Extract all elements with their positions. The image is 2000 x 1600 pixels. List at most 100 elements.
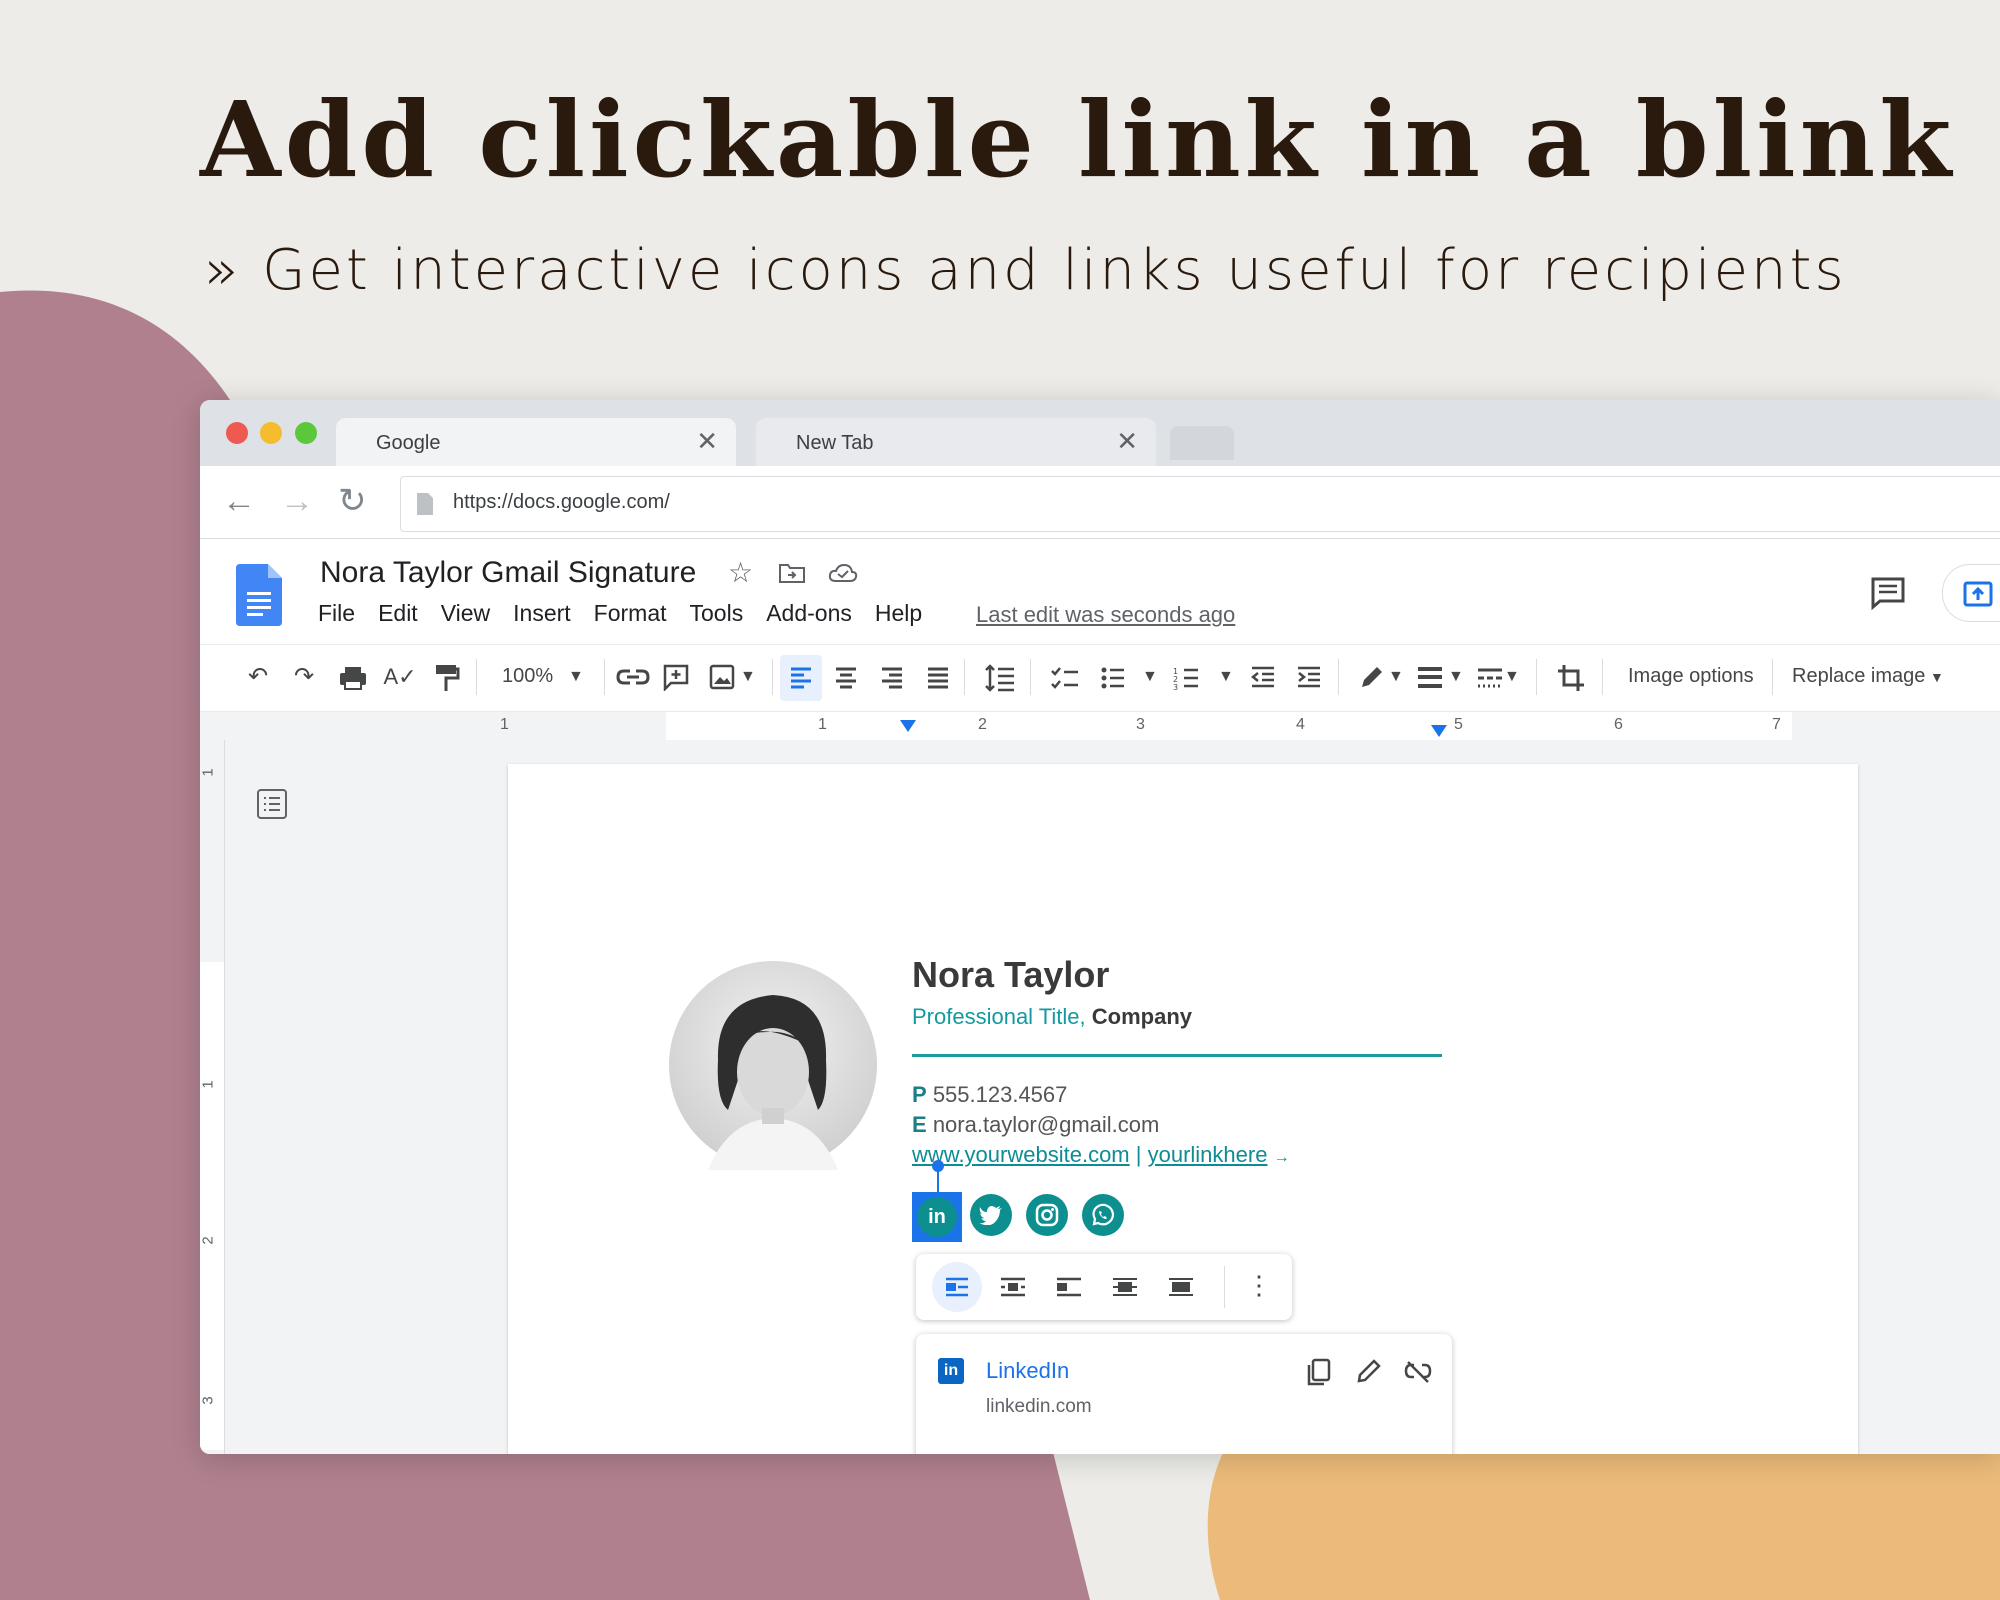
- wrap-text-icon[interactable]: [1000, 1277, 1026, 1297]
- ruler-number: 6: [1614, 716, 1623, 733]
- tab-new-tab[interactable]: New Tab ✕: [756, 418, 1156, 466]
- whatsapp-icon[interactable]: [1082, 1194, 1124, 1236]
- crop-icon[interactable]: [1556, 663, 1586, 693]
- replace-image-button[interactable]: Replace image: [1792, 665, 1925, 688]
- linkedin-selection-box[interactable]: in: [912, 1192, 962, 1242]
- share-button[interactable]: [1942, 564, 2000, 622]
- new-tab-button[interactable]: [1170, 426, 1234, 460]
- justify-icon[interactable]: [926, 666, 950, 690]
- right-indent-marker-icon[interactable]: [1430, 724, 1448, 738]
- twitter-icon[interactable]: [970, 1194, 1012, 1236]
- arrow-icon: →: [1273, 1149, 1290, 1166]
- chevron-down-icon[interactable]: ▼: [1218, 661, 1234, 693]
- pen-icon[interactable]: [1358, 663, 1384, 691]
- website-link[interactable]: www.yourwebsite.com: [912, 1142, 1130, 1167]
- close-window-button[interactable]: [226, 422, 248, 444]
- increase-indent-icon[interactable]: [1296, 665, 1322, 691]
- menu-file[interactable]: File: [318, 600, 355, 627]
- present-icon: [1963, 581, 1993, 607]
- navigation-bar: ← → ↻ https://docs.google.com/: [200, 466, 2000, 539]
- tab-label: New Tab: [796, 432, 874, 454]
- linkedin-icon[interactable]: in: [917, 1197, 957, 1237]
- in-front-of-text-icon[interactable]: [1168, 1277, 1194, 1297]
- bulleted-list-icon[interactable]: [1100, 665, 1126, 691]
- remove-link-icon[interactable]: [1404, 1360, 1432, 1384]
- vruler-number: 3: [200, 1396, 217, 1405]
- insert-image-icon[interactable]: [708, 663, 736, 691]
- copy-link-icon[interactable]: [1306, 1358, 1332, 1386]
- document-title[interactable]: Nora Taylor Gmail Signature: [320, 556, 696, 590]
- profile-photo[interactable]: [668, 960, 878, 1170]
- tab-close-icon[interactable]: ✕: [696, 428, 718, 454]
- insert-link-icon[interactable]: [616, 667, 650, 687]
- toolbar-separator: [1030, 659, 1031, 695]
- back-arrow-icon[interactable]: ←: [222, 484, 256, 518]
- horizontal-ruler[interactable]: 1 1 2 3 4 5 6 7: [200, 712, 2000, 740]
- spellcheck-icon[interactable]: A✓: [383, 661, 416, 693]
- chevron-down-icon[interactable]: ▼: [740, 661, 756, 693]
- document-outline-icon[interactable]: [256, 788, 288, 820]
- redo-icon[interactable]: ↷: [288, 661, 320, 693]
- menu-help[interactable]: Help: [875, 600, 922, 627]
- signature-company: Company: [1091, 1004, 1193, 1029]
- signature-title: Professional Title,: [912, 1004, 1086, 1029]
- paint-format-icon[interactable]: [434, 663, 460, 693]
- align-left-button[interactable]: [780, 655, 822, 701]
- zoom-select[interactable]: 100%: [502, 665, 553, 688]
- comments-icon[interactable]: [1870, 576, 1906, 610]
- image-options-button[interactable]: Image options: [1628, 665, 1754, 688]
- instagram-icon[interactable]: [1026, 1194, 1068, 1236]
- chevron-down-icon[interactable]: ▼: [1504, 661, 1520, 693]
- vertical-ruler[interactable]: 1 1 2 3: [200, 740, 225, 1454]
- align-center-icon[interactable]: [834, 666, 858, 690]
- align-right-icon[interactable]: [880, 666, 904, 690]
- reload-icon[interactable]: ↻: [338, 484, 367, 518]
- tab-close-icon[interactable]: ✕: [1116, 428, 1138, 454]
- menu-edit[interactable]: Edit: [378, 600, 418, 627]
- star-icon[interactable]: ☆: [728, 556, 753, 589]
- print-icon[interactable]: [338, 665, 368, 691]
- ruler-number: 7: [1772, 716, 1781, 733]
- chevron-down-icon[interactable]: ▼: [568, 661, 584, 693]
- menu-view[interactable]: View: [441, 600, 490, 627]
- chevron-down-icon[interactable]: ▼: [1930, 661, 1944, 693]
- address-bar[interactable]: https://docs.google.com/: [400, 476, 2000, 532]
- in-line-button[interactable]: [932, 1262, 982, 1312]
- behind-text-icon[interactable]: [1112, 1277, 1138, 1297]
- menu-insert[interactable]: Insert: [513, 600, 571, 627]
- numbered-list-icon[interactable]: 123: [1172, 665, 1200, 691]
- cloud-saved-icon[interactable]: [828, 562, 858, 584]
- decrease-indent-icon[interactable]: [1250, 665, 1276, 691]
- ruler-number: 1: [818, 716, 827, 733]
- link-card-title[interactable]: LinkedIn: [986, 1358, 1069, 1384]
- undo-icon[interactable]: ↶: [242, 661, 274, 693]
- line-spacing-icon[interactable]: [984, 664, 1016, 692]
- last-edit-link[interactable]: Last edit was seconds ago: [976, 602, 1235, 628]
- maximize-window-button[interactable]: [295, 422, 317, 444]
- menu-format[interactable]: Format: [594, 600, 667, 627]
- chevron-down-icon[interactable]: ▼: [1388, 661, 1404, 693]
- checklist-icon[interactable]: [1050, 665, 1080, 691]
- email-address: nora.taylor@gmail.com: [932, 1112, 1160, 1137]
- tab-google[interactable]: Google ✕: [336, 418, 736, 466]
- border-weight-icon[interactable]: [1416, 665, 1444, 691]
- chevron-down-icon[interactable]: ▼: [1142, 661, 1158, 693]
- first-line-indent-marker-icon[interactable]: [898, 718, 918, 734]
- menu-tools[interactable]: Tools: [690, 600, 744, 627]
- subline: » Get interactive icons and links useful…: [204, 238, 1847, 303]
- custom-link[interactable]: yourlinkhere: [1148, 1142, 1268, 1167]
- ruler-text-area: [666, 712, 1792, 740]
- minimize-window-button[interactable]: [260, 422, 282, 444]
- document-page[interactable]: Nora Taylor Professional Title, Company …: [508, 764, 1858, 1454]
- break-text-icon[interactable]: [1056, 1277, 1082, 1297]
- move-folder-icon[interactable]: [778, 562, 806, 584]
- chevron-down-icon[interactable]: ▼: [1448, 661, 1464, 693]
- page-icon: [417, 493, 433, 515]
- more-options-icon[interactable]: ⋮: [1246, 1270, 1272, 1300]
- menu-add-ons[interactable]: Add-ons: [766, 600, 852, 627]
- add-comment-icon[interactable]: [662, 663, 690, 691]
- forward-arrow-icon[interactable]: →: [280, 484, 314, 518]
- google-docs-logo-icon[interactable]: [236, 564, 282, 626]
- edit-link-icon[interactable]: [1356, 1358, 1382, 1384]
- border-dash-icon[interactable]: [1476, 665, 1504, 691]
